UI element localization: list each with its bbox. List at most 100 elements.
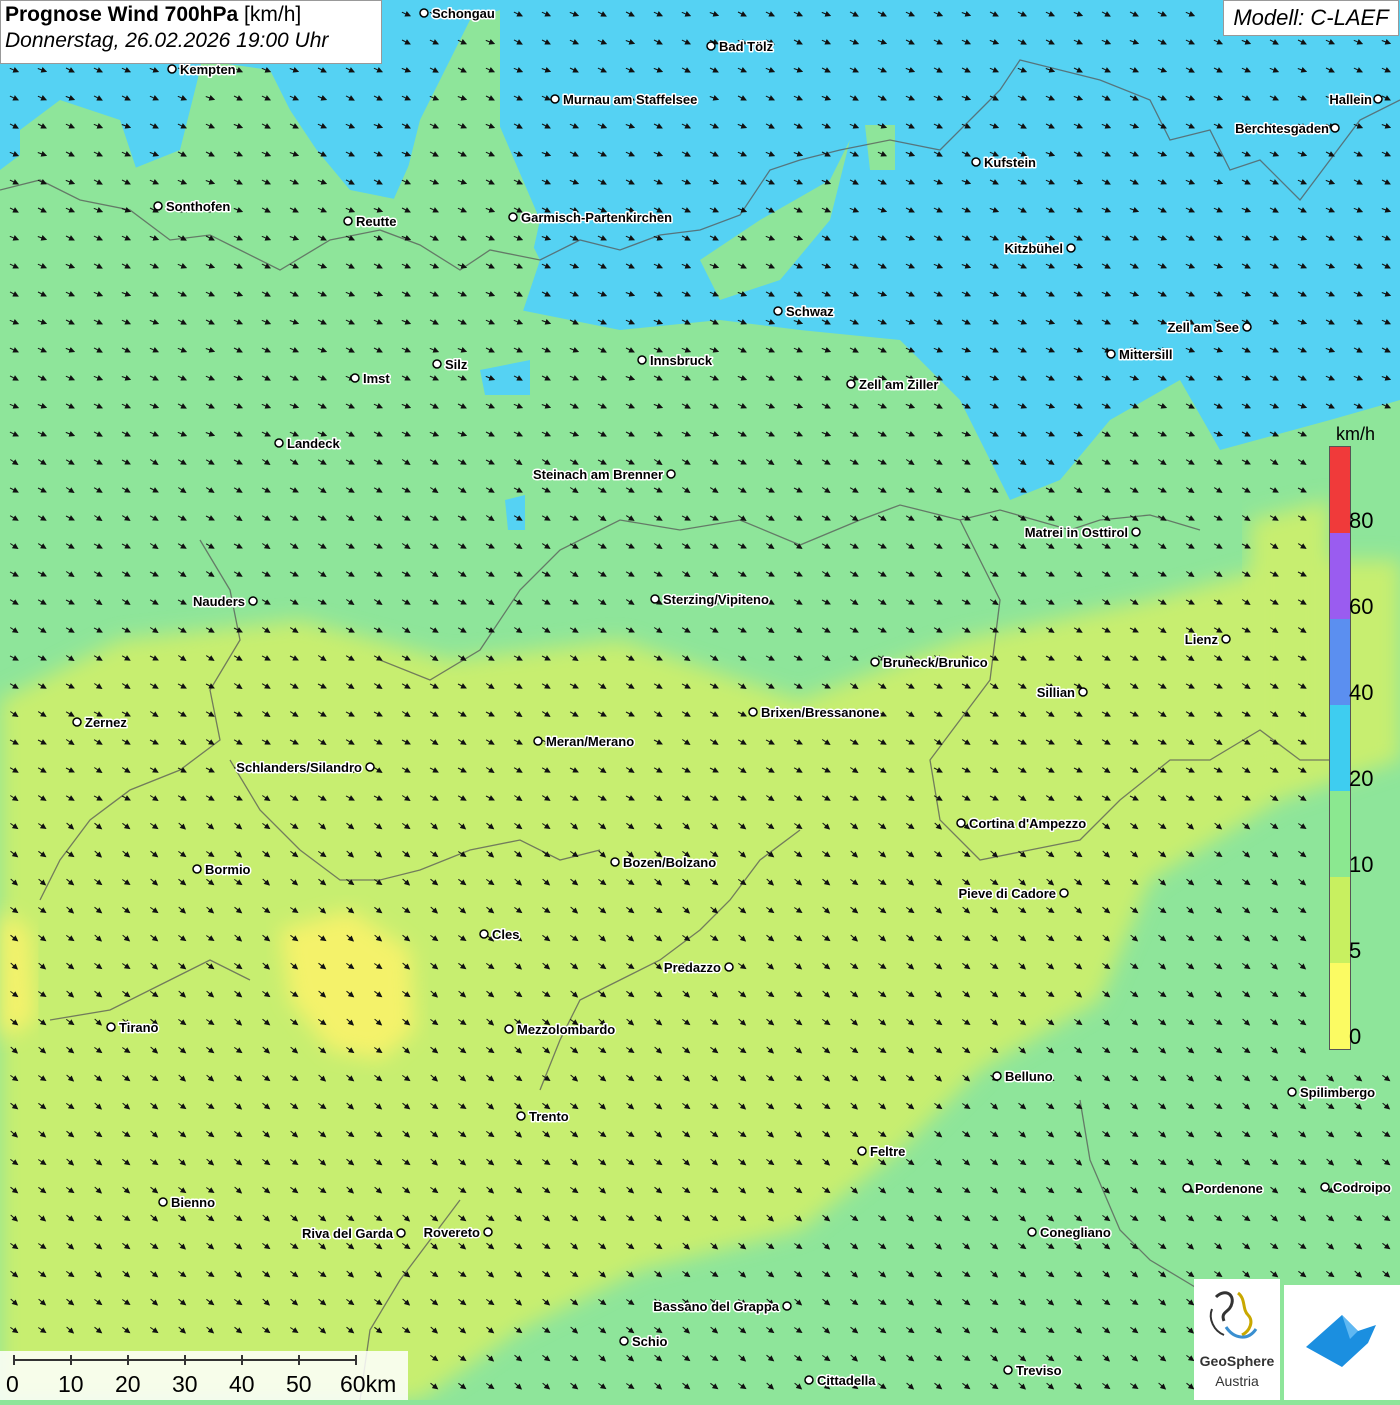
city-dot	[516, 1111, 526, 1121]
city-marker: Bassano del Grappa	[652, 1298, 792, 1316]
scale-label: 60km	[340, 1371, 397, 1397]
map-title: Prognose Wind 700hPa [km/h]	[5, 3, 377, 27]
city-label: Lienz	[1185, 632, 1219, 647]
city-dot	[1242, 322, 1252, 332]
legend-color-0	[1330, 963, 1350, 1049]
scale-tick	[298, 1355, 300, 1365]
map-title-box: Prognose Wind 700hPa [km/h] Donnerstag, …	[0, 0, 382, 64]
city-dot	[167, 64, 177, 74]
city-label: Reutte	[356, 214, 396, 229]
map-title-unit: [km/h]	[244, 3, 302, 26]
city-label: Schongau	[432, 6, 495, 21]
city-label: Berchtesgaden	[1235, 121, 1329, 136]
city-label: Steinach am Brenner	[533, 467, 663, 482]
city-dot	[956, 818, 966, 828]
city-dot	[1131, 527, 1141, 537]
city-dot	[1182, 1183, 1192, 1193]
geosphere-emblem-icon	[1209, 1291, 1258, 1339]
city-label: Schio	[632, 1334, 667, 1349]
city-dot	[1287, 1087, 1297, 1097]
city-label: Brixen/Bressanone	[761, 705, 880, 720]
city-marker: Riva del Garda	[300, 1225, 406, 1243]
scale-tick	[184, 1355, 186, 1365]
city-marker: Pordenone	[1182, 1180, 1264, 1198]
geosphere-name: GeoSphere	[1199, 1353, 1275, 1369]
city-dot	[1320, 1182, 1330, 1192]
city-label: Zell am See	[1167, 320, 1239, 335]
legend-label: 20	[1349, 766, 1374, 791]
scale-tick	[127, 1355, 129, 1365]
scale-label: 10	[58, 1371, 84, 1397]
legend-label: 80	[1349, 508, 1374, 533]
scale-tick	[70, 1355, 72, 1365]
city-dot	[804, 1375, 814, 1385]
city-label: Sterzing/Vipiteno	[663, 592, 769, 607]
city-marker: Conegliano	[1027, 1224, 1112, 1242]
city-dot	[479, 929, 489, 939]
city-dot	[274, 438, 284, 448]
city-label: Meran/Merano	[546, 734, 634, 749]
city-dot	[158, 1197, 168, 1207]
city-dot	[192, 864, 202, 874]
city-dot	[748, 707, 758, 717]
city-marker: Steinach am Brenner	[531, 466, 676, 484]
scale-bar: 0 10 20 30 40 50 60km	[0, 1351, 408, 1400]
city-dot	[1078, 687, 1088, 697]
color-legend	[1329, 446, 1351, 1050]
legend-label: 40	[1349, 680, 1374, 705]
city-dot	[483, 1227, 493, 1237]
scale-label: 20	[115, 1371, 141, 1397]
city-dot	[619, 1336, 629, 1346]
city-dot	[650, 594, 660, 604]
city-dot	[350, 373, 360, 383]
city-label: Kitzbühel	[1005, 241, 1064, 256]
city-dot	[782, 1301, 792, 1311]
city-label: Cittadella	[817, 1373, 876, 1388]
city-marker: Murnau am Staffelsee	[550, 91, 699, 109]
city-label: Hallein	[1329, 92, 1372, 107]
legend-color-5	[1330, 877, 1350, 963]
city-marker: Cortina d'Ampezzo	[956, 815, 1088, 833]
city-label: Zell am Ziller	[859, 377, 938, 392]
city-label: Spilimbergo	[1300, 1085, 1375, 1100]
city-label: Bienno	[171, 1195, 215, 1210]
city-dot	[365, 762, 375, 772]
city-dot	[248, 596, 258, 606]
city-dot	[724, 962, 734, 972]
city-dot	[432, 359, 442, 369]
partner-logo	[1284, 1285, 1400, 1400]
city-marker: Pieve di Cadore	[957, 885, 1069, 903]
legend-color-60	[1330, 533, 1350, 619]
city-dot	[396, 1228, 406, 1238]
scale-label: 30	[172, 1371, 198, 1397]
city-marker: Mezzolombardo	[504, 1021, 617, 1039]
city-dot	[1066, 243, 1076, 253]
city-dot	[773, 306, 783, 316]
city-label: Feltre	[870, 1144, 905, 1159]
city-marker: Spilimbergo	[1287, 1084, 1377, 1102]
forecast-date: Donnerstag, 26.02.2026 19:00 Uhr	[5, 29, 329, 52]
city-label: Schlanders/Silandro	[236, 760, 362, 775]
city-label: Kufstein	[984, 155, 1036, 170]
city-label: Predazzo	[664, 960, 721, 975]
city-marker: Schlanders/Silandro	[235, 759, 375, 777]
city-marker: Bruneck/Brunico	[870, 654, 989, 672]
city-dot	[1003, 1365, 1013, 1375]
city-dot	[637, 355, 647, 365]
legend-unit: km/h	[1336, 424, 1376, 444]
city-label: Mittersill	[1119, 347, 1172, 362]
city-label: Cortina d'Ampezzo	[969, 816, 1086, 831]
city-label: Bruneck/Brunico	[883, 655, 988, 670]
city-label: Rovereto	[424, 1225, 480, 1240]
city-label: Schwaz	[786, 304, 834, 319]
city-marker: Matrei in Osttirol	[1023, 524, 1141, 542]
city-dot	[870, 657, 880, 667]
city-dot	[846, 379, 856, 389]
city-dot	[343, 216, 353, 226]
legend-color-80	[1330, 447, 1350, 533]
city-dot	[610, 857, 620, 867]
city-label: Codroipo	[1333, 1180, 1391, 1195]
city-label: Matrei in Osttirol	[1025, 525, 1128, 540]
city-dot	[1106, 349, 1116, 359]
city-dot	[1027, 1227, 1037, 1237]
